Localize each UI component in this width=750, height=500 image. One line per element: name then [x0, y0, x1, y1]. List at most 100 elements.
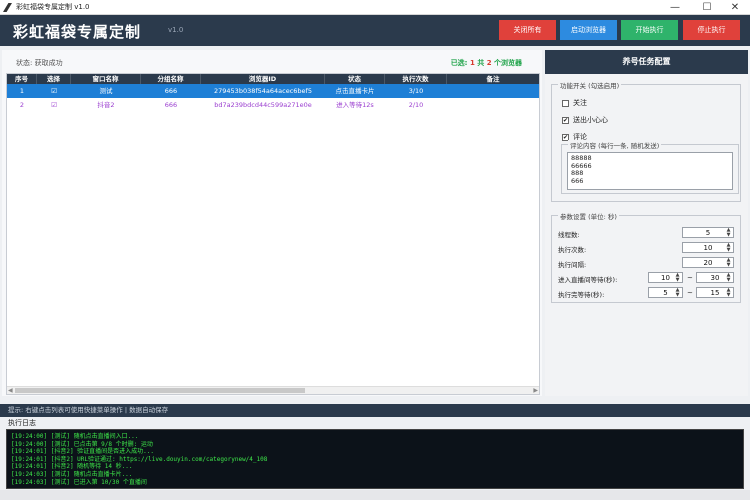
- threads-label: 线程数:: [558, 231, 580, 239]
- table-row[interactable]: 1 ☑ 测试 666 279453b038f54a64acec6bef5 点击直…: [7, 84, 539, 98]
- maximize-button[interactable]: ☐: [692, 0, 722, 15]
- col-group-name[interactable]: 分组名称: [141, 74, 201, 84]
- close-all-button[interactable]: 关闭所有: [499, 20, 556, 40]
- app-header: 彩虹福袋专属定制 v1.0 关闭所有 启动浏览器 开始执行 停止执行: [0, 15, 750, 46]
- table-header: 序号 选择 窗口名称 分组名称 浏览器ID 状态 执行次数 备注: [7, 74, 539, 84]
- scroll-right-icon[interactable]: ▶: [533, 387, 538, 395]
- enter-wait-min-value: 10: [661, 274, 670, 282]
- spin-arrows-icon[interactable]: ▲ ▼: [725, 258, 732, 268]
- row-checkbox[interactable]: ☑: [37, 84, 71, 98]
- interval-value: 20: [703, 259, 713, 267]
- log-line: [19:24:03] [测试] 已进入第 10/30 个直播间: [11, 478, 147, 486]
- send-heart-checkbox[interactable]: ✔ 送出小心心: [562, 115, 608, 125]
- task-config-panel: 养号任务配置 功能开关 (勾选启用) 关注 ✔ 送出小心心 ✔ 评论 评论内容 (每…: [545, 50, 748, 396]
- spin-arrows-icon[interactable]: ▲ ▼: [725, 288, 732, 298]
- spin-arrows-icon[interactable]: ▲ ▼: [725, 273, 732, 283]
- param-settings-title: 参数设置 (单位: 秒): [558, 211, 619, 221]
- runs-label: 执行次数:: [558, 246, 587, 254]
- row-index: 1: [19, 87, 25, 95]
- send-heart-label: 送出小心心: [573, 116, 608, 124]
- done-wait-max-spinbox[interactable]: 15 ▲ ▼: [696, 287, 734, 298]
- log-line: [19:24:01] [抖音2] 随机等待 14 秒...: [11, 463, 133, 471]
- spin-arrows-icon[interactable]: ▲ ▼: [725, 228, 732, 238]
- execution-log[interactable]: [19:24:00] [测试] 随机点击直播间入口... [19:24:00] […: [6, 429, 744, 489]
- enter-wait-range-sep: ~: [687, 274, 693, 282]
- feature-switch-title: 功能开关 (勾选启用): [558, 80, 622, 90]
- row-status: 进入等待12s: [336, 101, 374, 109]
- task-config-heading: 养号任务配置: [545, 50, 748, 74]
- row-checkbox[interactable]: ☑: [37, 98, 71, 112]
- browser-list-panel: 状态: 获取成功 已选: 1 共 2 个浏览器 序号 选择 窗口名称 分组名称 …: [2, 50, 542, 396]
- col-status[interactable]: 状态: [325, 74, 385, 84]
- done-wait-range-sep: ~: [687, 289, 693, 297]
- send-heart-check-icon[interactable]: ✔: [562, 116, 569, 124]
- spin-arrows-icon[interactable]: ▲ ▼: [725, 243, 732, 253]
- comment-content-textarea[interactable]: 88888 66666 888 666: [567, 152, 733, 190]
- row-status: 点击直播卡片: [335, 87, 375, 95]
- comment-content-title: 评论内容 (每行一条, 随机发送): [568, 140, 662, 150]
- browser-table: 序号 选择 窗口名称 分组名称 浏览器ID 状态 执行次数 备注 1 ☑ 测试 …: [6, 73, 540, 395]
- comment-content-group: 评论内容 (每行一条, 随机发送) 88888 66666 888 666: [561, 140, 739, 194]
- col-run-count[interactable]: 执行次数: [385, 74, 447, 84]
- selection-summary: 已选: 1 共 2 个浏览器: [451, 58, 522, 68]
- enter-wait-max-spinbox[interactable]: 30 ▲ ▼: [696, 272, 734, 283]
- app-version: v1.0: [168, 26, 184, 34]
- row-group-name: 666: [164, 87, 178, 95]
- interval-spinbox[interactable]: 20 ▲ ▼: [682, 257, 734, 268]
- app-brand-title: 彩虹福袋专属定制: [13, 23, 142, 41]
- threads-spinbox[interactable]: 5 ▲ ▼: [682, 227, 734, 238]
- status-text: 状态: 获取成功: [16, 59, 63, 67]
- done-wait-label: 执行完等待(秒):: [558, 291, 605, 299]
- hint-bar: 提示: 右键点击列表可使用快捷菜单操作 | 数据自动保存: [0, 404, 750, 417]
- row-window-name: 抖音2: [97, 101, 115, 109]
- row-note: [447, 98, 539, 112]
- row-note: [447, 84, 539, 98]
- selected-prefix: 已选:: [450, 59, 470, 67]
- launch-browser-button[interactable]: 启动浏览器: [560, 20, 617, 40]
- row-index: 2: [19, 101, 25, 109]
- col-index[interactable]: 序号: [7, 74, 37, 84]
- stop-run-button[interactable]: 停止执行: [683, 20, 740, 40]
- runs-spinbox[interactable]: 10 ▲ ▼: [682, 242, 734, 253]
- total-suffix: 个浏览器: [491, 59, 522, 67]
- row-window-name: 测试: [99, 87, 113, 95]
- follow-check-icon[interactable]: [562, 99, 569, 107]
- scrollbar-thumb[interactable]: [15, 388, 305, 393]
- window-titlebar: 彩虹福袋专属定制 v1.0 — ☐ ✕: [0, 0, 750, 15]
- col-browser-id[interactable]: 浏览器ID: [201, 74, 325, 84]
- spin-arrows-icon[interactable]: ▲ ▼: [674, 273, 681, 283]
- param-settings-group: 参数设置 (单位: 秒) 线程数: 5 ▲ ▼ 执行次数: 10 ▲ ▼ 执行间隔: 2…: [551, 211, 741, 303]
- done-wait-max-value: 15: [710, 289, 720, 297]
- window-title: 彩虹福袋专属定制 v1.0: [16, 3, 90, 11]
- close-window-button[interactable]: ✕: [720, 0, 750, 15]
- follow-label: 关注: [573, 99, 587, 107]
- runs-value: 10: [703, 244, 713, 252]
- total-prefix: 共: [474, 59, 487, 67]
- row-run-count: 2/10: [408, 101, 424, 109]
- row-browser-id: bd7a239bdcd44c599a271e0e: [214, 101, 312, 109]
- follow-checkbox[interactable]: 关注: [562, 98, 587, 108]
- enter-wait-label: 进入直播间等待(秒):: [558, 276, 618, 284]
- minimize-button[interactable]: —: [660, 0, 690, 15]
- log-line: [19:24:01] [抖音2] 验证直播间是否进入成功...: [11, 448, 155, 456]
- start-run-button[interactable]: 开始执行: [621, 20, 678, 40]
- col-note[interactable]: 备注: [447, 74, 539, 84]
- done-wait-min-spinbox[interactable]: 5 ▲ ▼: [648, 287, 683, 298]
- spin-arrows-icon[interactable]: ▲ ▼: [674, 288, 681, 298]
- horizontal-scrollbar[interactable]: ◀ ▶: [7, 386, 539, 394]
- enter-wait-max-value: 30: [710, 274, 720, 282]
- log-line: [19:24:03] [测试] 随机点击直播卡片...: [11, 470, 133, 478]
- app-logo-icon: [3, 3, 12, 12]
- log-title: 执行日志: [8, 419, 36, 427]
- bottom-strip: [0, 490, 750, 500]
- row-browser-id: 279453b038f54a64acec6bef5: [214, 87, 312, 95]
- enter-wait-min-spinbox[interactable]: 10 ▲ ▼: [648, 272, 683, 283]
- interval-label: 执行间隔:: [558, 261, 587, 269]
- scroll-left-icon[interactable]: ◀: [8, 387, 13, 395]
- row-run-count: 3/10: [408, 87, 424, 95]
- done-wait-min-value: 5: [663, 289, 668, 297]
- col-select[interactable]: 选择: [37, 74, 71, 84]
- log-line: [19:24:00] [测试] 随机点击直播间入口...: [11, 433, 139, 440]
- table-row[interactable]: 2 ☑ 抖音2 666 bd7a239bdcd44c599a271e0e 进入等…: [7, 98, 539, 112]
- col-window-name[interactable]: 窗口名称: [71, 74, 141, 84]
